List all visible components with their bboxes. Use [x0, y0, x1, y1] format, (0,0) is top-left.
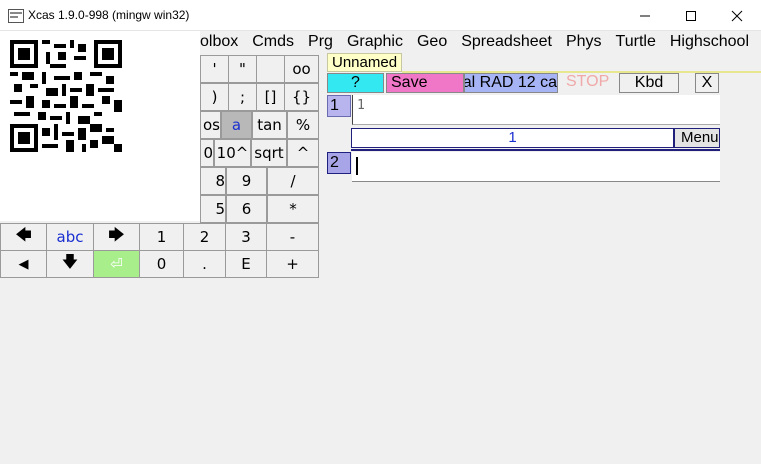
close-session-button[interactable]: X	[695, 73, 719, 93]
key-cos[interactable]: os	[200, 111, 221, 139]
maximize-icon	[686, 10, 696, 21]
stop-button[interactable]: STOP	[560, 73, 618, 93]
menu-turtle[interactable]: Turtle	[609, 31, 663, 53]
keyboard-button[interactable]: Kbd	[619, 73, 679, 93]
close-window-button[interactable]	[714, 0, 760, 31]
key-0[interactable]: 0	[139, 250, 184, 278]
key-8[interactable]: 8	[200, 167, 226, 195]
key-plus[interactable]: +	[266, 250, 319, 278]
key-dot[interactable]: .	[183, 250, 226, 278]
key-enter-icon[interactable]: ⏎	[93, 250, 140, 278]
menu-spreadsheet[interactable]: Spreadsheet	[454, 31, 559, 53]
key-quote[interactable]: '	[200, 55, 229, 83]
key-braces[interactable]: {}	[284, 83, 319, 111]
key-sqrt[interactable]: sqrt	[251, 139, 287, 167]
key-semicolon[interactable]: ;	[228, 83, 257, 111]
menu-cmds[interactable]: Cmds	[245, 31, 301, 53]
minimize-icon	[640, 15, 650, 16]
key-3[interactable]: 3	[225, 223, 267, 251]
menu-phys[interactable]: Phys	[559, 31, 609, 53]
key-power[interactable]: ^	[287, 139, 319, 167]
key-a[interactable]: a	[221, 111, 252, 139]
config-label: al RAD 12 ca	[464, 74, 557, 91]
line-number-1[interactable]: 1	[327, 95, 351, 117]
line-1-input[interactable]: 1	[352, 95, 720, 125]
key-ten-power[interactable]: 10^	[214, 139, 251, 167]
key-minus[interactable]: -	[266, 223, 319, 251]
title-bar: Xcas 1.9.0-998 (mingw win32)	[0, 0, 761, 31]
key-2[interactable]: 2	[183, 223, 226, 251]
key-blank[interactable]	[256, 55, 285, 83]
key-exp[interactable]: 0	[200, 139, 214, 167]
line-2-input[interactable]	[352, 152, 720, 182]
key-tan[interactable]: tan	[252, 111, 287, 139]
save-button[interactable]: Save	[386, 73, 464, 93]
key-percent[interactable]: %	[287, 111, 319, 139]
output-menu-button[interactable]: Menu	[674, 128, 720, 148]
qr-code-icon	[10, 40, 122, 152]
menu-graphic[interactable]: Graphic	[340, 31, 410, 53]
key-close-paren[interactable]: )	[200, 83, 229, 111]
key-e[interactable]: E	[225, 250, 267, 278]
key-left-arrow-icon[interactable]: 🡄	[0, 223, 47, 251]
key-double-quote[interactable]: "	[228, 55, 257, 83]
key-6[interactable]: 6	[226, 195, 267, 223]
help-button[interactable]: ?	[327, 73, 384, 93]
text-cursor	[356, 157, 358, 175]
config-button[interactable]: al RAD 12 ca	[464, 73, 558, 93]
close-icon	[731, 10, 743, 21]
line-number-2[interactable]: 2	[327, 152, 351, 174]
xcas-app-icon	[8, 9, 24, 23]
menu-geo[interactable]: Geo	[410, 31, 454, 53]
line-1-output: 1	[351, 128, 674, 148]
session-tab[interactable]: Unnamed	[327, 53, 402, 72]
key-abc[interactable]: abc	[46, 223, 94, 251]
menu-toolbox[interactable]: olbox	[200, 31, 245, 53]
minimize-button[interactable]	[622, 0, 668, 31]
key-brackets[interactable]: []	[256, 83, 285, 111]
key-multiply[interactable]: *	[267, 195, 319, 223]
key-infinity[interactable]: oo	[284, 55, 319, 83]
menu-prg[interactable]: Prg	[301, 31, 340, 53]
key-5[interactable]: 5	[200, 195, 226, 223]
menu-highschool[interactable]: Highschool	[663, 31, 756, 53]
key-right-arrow-icon[interactable]: 🡆	[93, 223, 140, 251]
window-title: Xcas 1.9.0-998 (mingw win32)	[28, 8, 190, 22]
key-down-arrow-icon[interactable]: 🡇	[46, 250, 94, 278]
key-divide[interactable]: /	[267, 167, 319, 195]
maximize-button[interactable]	[668, 0, 714, 31]
line-separator	[351, 149, 720, 151]
menu-bar: olbox Cmds Prg Graphic Geo Spreadsheet Phys Tur…	[200, 31, 761, 53]
key-9[interactable]: 9	[226, 167, 267, 195]
key-1[interactable]: 1	[139, 223, 184, 251]
key-back-icon[interactable]: ◀	[0, 250, 47, 278]
